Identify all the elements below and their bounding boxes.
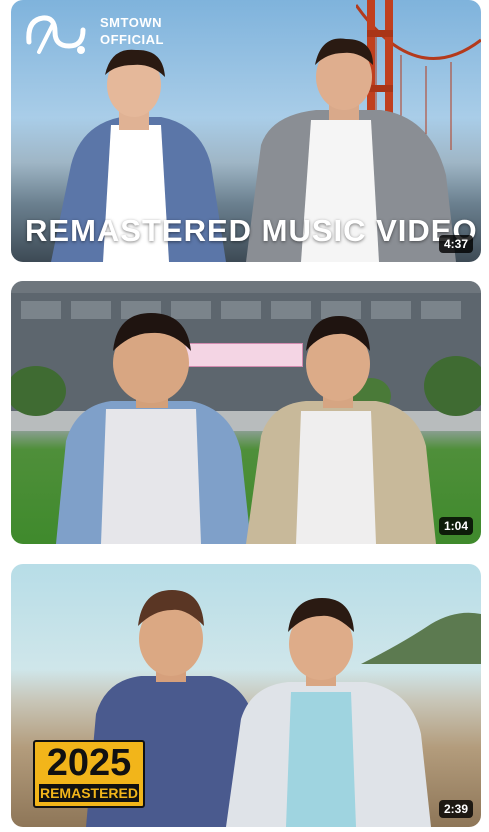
channel-name: SMTOWN OFFICIAL (100, 14, 164, 48)
overlay-title: REMASTERED MUSIC VIDEO (25, 213, 478, 248)
channel-name-line2: OFFICIAL (100, 32, 164, 47)
remastered-badge: 2025 REMASTERED (33, 740, 145, 808)
badge-label: REMASTERED (39, 784, 139, 802)
person-left (56, 313, 251, 544)
person-right (246, 316, 436, 544)
duration-badge: 4:37 (438, 235, 473, 253)
video-thumbnail-3[interactable]: 2025 REMASTERED 2:39 (11, 564, 481, 827)
channel-name-line1: SMTOWN (100, 15, 162, 30)
smtown-logo-icon (26, 15, 86, 54)
video-thumbnail-2[interactable]: 1:04 (11, 281, 481, 544)
person-right (226, 598, 431, 827)
duration-badge: 2:39 (438, 800, 473, 818)
video-thumbnail-1[interactable]: SMTOWN OFFICIAL REMASTERED MUSIC VIDEO 4… (11, 0, 481, 262)
badge-year: 2025 (46, 742, 132, 784)
duration-badge: 1:04 (438, 517, 473, 535)
